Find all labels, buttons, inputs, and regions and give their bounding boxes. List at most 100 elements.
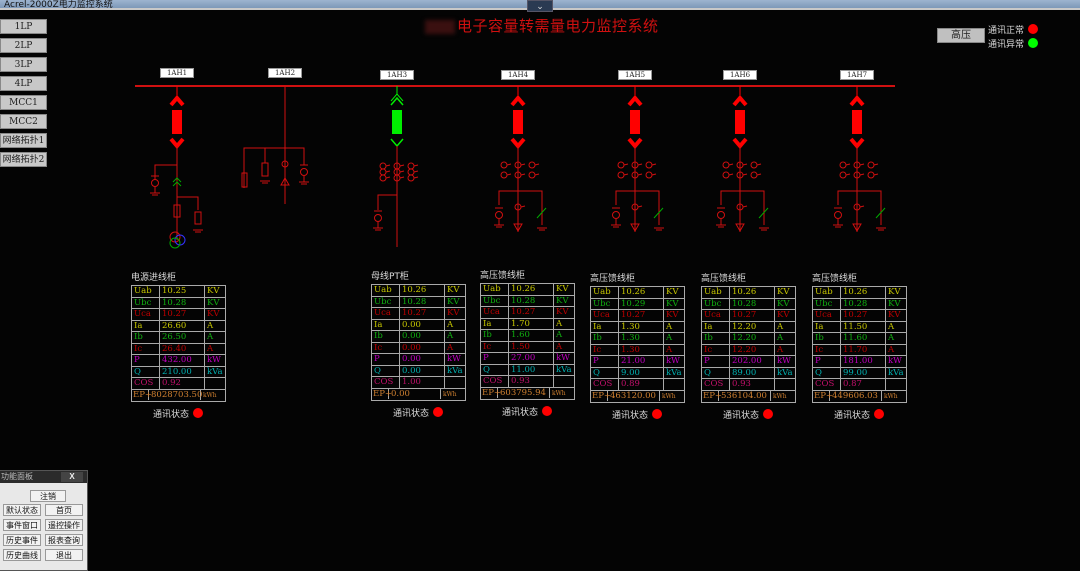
cell: KV [774, 309, 796, 322]
cell: A [663, 343, 685, 356]
table-row: Uca 10.27 KV [371, 307, 466, 320]
comm-status: 通讯状态 [701, 408, 796, 421]
function-button-6[interactable]: 报表查询 [45, 534, 83, 546]
function-button-4[interactable]: 遥控操作 [45, 519, 83, 531]
energy-row: EP+0.00 kWh [371, 387, 466, 401]
ct-lead [756, 163, 762, 166]
cell: COS [371, 376, 400, 389]
cell: kW [663, 355, 685, 368]
cell: KV [444, 307, 466, 320]
table-row: Ubc 10.29 KV [590, 297, 685, 310]
cell: 0.93 [508, 375, 554, 388]
arrester-icon [612, 211, 620, 219]
function-button-3[interactable]: 事件窗口 [3, 519, 41, 531]
cell: 0.87 [840, 378, 886, 391]
arrester-icon [495, 211, 503, 219]
ct-icon [839, 161, 847, 169]
cell: 10.26 [508, 283, 554, 296]
ct-lead [520, 173, 526, 176]
cell: Ic [131, 342, 160, 355]
ct-lead [651, 173, 657, 176]
arrester-icon [834, 211, 842, 219]
table-row: Ic 1.30 A [590, 343, 685, 356]
cell: 10.26 [399, 284, 445, 297]
cell: KV [663, 286, 685, 299]
feeder-label-1AH5[interactable]: 1AH5 [618, 70, 652, 80]
feeder-label-1AH3[interactable]: 1AH3 [380, 70, 414, 80]
cell: P [371, 353, 400, 366]
table-row: Ic 12.20 A [701, 343, 796, 356]
table-row: Q 210.00 kVa [131, 365, 226, 378]
feeder-label-1AH1[interactable]: 1AH1 [160, 68, 194, 78]
cell: kW [444, 353, 466, 366]
close-button[interactable]: X [61, 472, 83, 482]
ct-lead [728, 163, 734, 166]
cell: 10.29 [618, 297, 664, 310]
ct-lead [399, 170, 405, 173]
breaker-chevron-bottom [849, 137, 865, 150]
cell: 1.30 [618, 332, 664, 345]
function-panel: 功能面板 X 注销 默认状态 首页 事件窗口 遥控操作 历史事件 报表查询 历史曲线 退出 [0, 470, 88, 571]
cell: 0.00 [399, 318, 445, 331]
ct-lead [385, 170, 391, 173]
ct-lead [756, 173, 762, 176]
cell: Ubc [812, 297, 841, 310]
function-button-8[interactable]: 退出 [45, 549, 83, 561]
cell: Q [590, 366, 619, 379]
status-indicator-dot [763, 409, 774, 419]
cell: Ia [480, 317, 509, 330]
feeder-label-1AH6[interactable]: 1AH6 [723, 70, 757, 80]
cell: KV [444, 295, 466, 308]
table-row: Ib 1.60 A [480, 329, 575, 342]
breaker-chevron-bottom [169, 137, 185, 150]
ct-icon [645, 171, 653, 179]
cell: 10.28 [729, 297, 775, 310]
table-row: Uab 10.25 KV [131, 285, 226, 298]
cell: KV [885, 309, 907, 322]
cell [885, 378, 907, 391]
table-row: Uab 10.26 KV [480, 283, 575, 296]
function-button-7[interactable]: 历史曲线 [3, 549, 41, 561]
function-button-5[interactable]: 历史事件 [3, 534, 41, 546]
table-row: Uab 10.26 KV [812, 286, 907, 299]
cell: KV [774, 286, 796, 299]
ep-unit: kWh [443, 390, 457, 398]
function-button-1[interactable]: 默认状态 [3, 504, 41, 516]
cell: 26.60 [159, 319, 205, 332]
cell: 26.50 [159, 331, 205, 344]
cell: Ia [812, 320, 841, 333]
ct-icon [617, 161, 625, 169]
ep-label: EP+ [482, 387, 502, 398]
table-row: Uca 10.27 KV [701, 309, 796, 322]
cell: KV [553, 283, 575, 296]
cell: Ubc [480, 294, 509, 307]
feeder-label-1AH7[interactable]: 1AH7 [840, 70, 874, 80]
cell: 10.26 [729, 286, 775, 299]
table-row: Q 11.00 kVa [480, 363, 575, 376]
cell: Ubc [131, 296, 160, 309]
ep-value: 449606.03 [830, 390, 882, 401]
breaker-icon [392, 110, 402, 134]
ct-icon [750, 161, 758, 169]
feeder-label-1AH4[interactable]: 1AH4 [501, 70, 535, 80]
cell: Ib [590, 332, 619, 345]
cell: KV [663, 297, 685, 310]
cell: Uca [131, 308, 160, 321]
table-row: P 27.00 kW [480, 352, 575, 365]
feeder-label-1AH2[interactable]: 1AH2 [268, 68, 302, 78]
function-button-2[interactable]: 首页 [45, 504, 83, 516]
lead [243, 147, 305, 188]
comm-status: 通讯状态 [480, 405, 575, 418]
breaker-icon [630, 110, 640, 134]
cell: 21.00 [618, 355, 664, 368]
meter-panel: 高压馈线柜 Uab 10.26 KV Ubc 10.28 KV Uca 10.27 KV Ia 11.… [812, 271, 907, 421]
comm-status: 通讯状态 [590, 408, 685, 421]
ct-icon [722, 171, 730, 179]
function-button-0[interactable]: 注销 [30, 490, 66, 502]
meter-panel: 电源进线柜 Uab 10.25 KV Ubc 10.28 KV Uca 10.27 KV Ia 26.… [131, 270, 226, 420]
ct-lead [859, 173, 865, 176]
cell: 27.00 [508, 352, 554, 365]
cell: 0.00 [399, 364, 445, 377]
cell [553, 375, 575, 388]
cell: Q [371, 364, 400, 377]
